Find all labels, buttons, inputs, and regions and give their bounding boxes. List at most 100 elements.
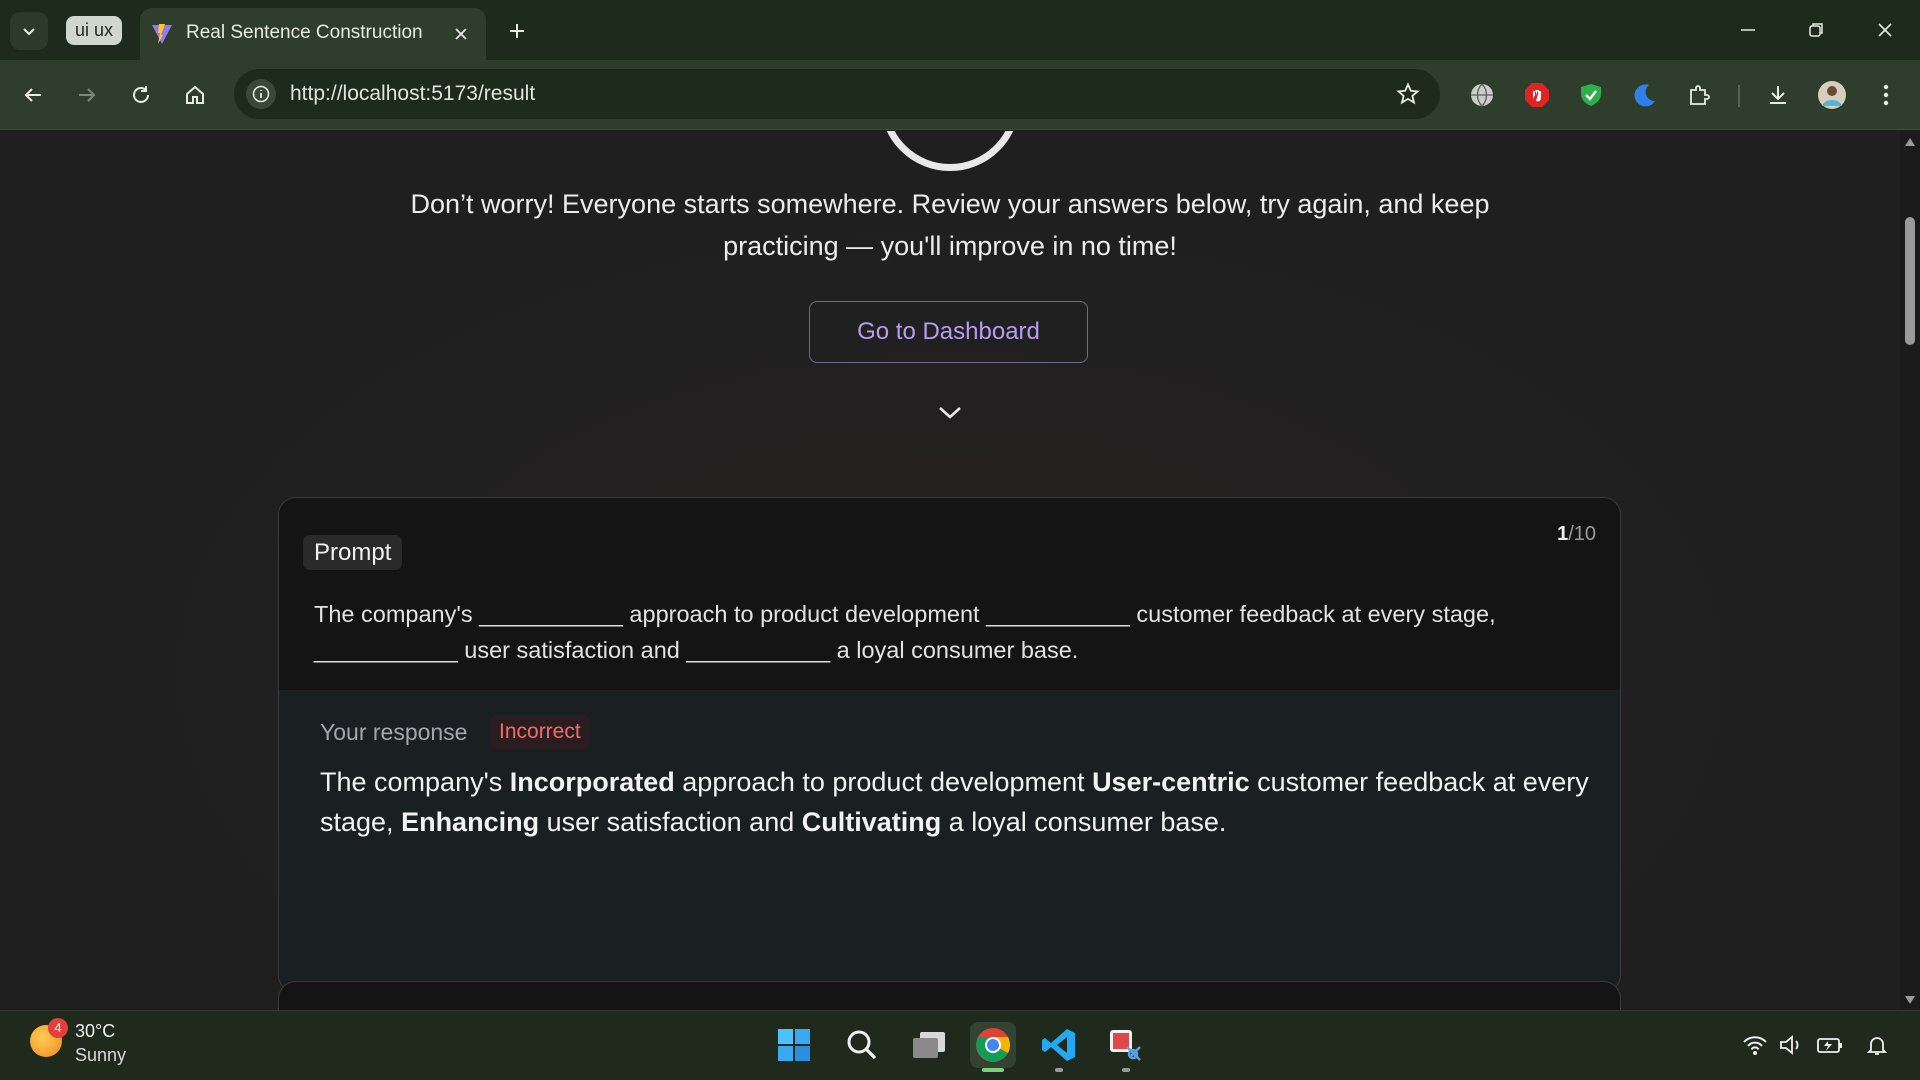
star-icon [1396,82,1420,105]
score-ring [880,131,1020,171]
tab-title: Real Sentence Construction [186,22,423,43]
weather-condition[interactable]: Sunny [75,1045,126,1066]
close-icon [1878,23,1892,37]
response-segment: The company's [320,767,510,797]
page-scrollbar[interactable] [1900,131,1920,1010]
search-icon [847,1030,877,1060]
forward-button[interactable] [68,76,106,114]
vite-icon [152,24,172,44]
close-icon [455,28,467,40]
battery-status[interactable] [1815,1030,1845,1060]
puzzle-icon [1690,85,1710,105]
extension-globe[interactable] [1464,77,1500,113]
prompt-text: The company's ___________ approach to pr… [314,601,1496,663]
forward-icon [79,88,96,102]
downloads-button[interactable] [1760,77,1796,113]
minimize-button[interactable] [1718,0,1778,60]
taskbar-snipping-tool[interactable] [1102,1022,1148,1068]
restore-button[interactable] [1786,0,1846,60]
scrollbar-thumb[interactable] [1905,217,1915,345]
question-counter: 1/10 [1557,523,1596,546]
active-tab[interactable]: Real Sentence Construction [140,8,486,60]
scroll-down-arrow-icon[interactable] [1904,995,1916,1005]
result-card: Prompt 1/10 The company's ___________ ap… [278,497,1621,993]
response-label: Your response [320,719,468,745]
avatar [1818,81,1846,109]
tab-strip: ui ux Real Sentence Construction [0,0,1920,60]
weather-notification-badge: 4 [48,1018,68,1038]
restore-icon [1809,23,1823,37]
notifications-button[interactable] [1862,1030,1892,1060]
site-info-button[interactable] [246,79,276,109]
counter-total: /10 [1568,523,1596,545]
home-button[interactable] [176,76,214,114]
tab-group-chip[interactable]: ui ux [66,16,123,45]
bell-icon [1866,1037,1888,1055]
scroll-down-button[interactable] [936,399,964,427]
more-icon [1883,84,1889,106]
response-answer-4: Cultivating [801,807,942,837]
wifi-status[interactable] [1740,1030,1770,1060]
reload-icon [133,86,149,103]
taskbar-search-button[interactable] [839,1022,885,1068]
response-segment: a loyal consumer base. [941,807,1227,837]
minimize-icon [1741,29,1755,31]
download-icon [1770,86,1786,104]
url-text[interactable]: http://localhost:5173/result [290,82,535,106]
response-section: Your response Incorrect The company's In… [279,690,1620,992]
chrome-running-indicator [982,1068,1004,1072]
encouragement-message: Don’t worry! Everyone starts somewhere. … [410,189,1490,261]
weather-temperature[interactable]: 30°C [75,1021,115,1042]
start-button[interactable] [771,1022,817,1068]
browser-toolbar: http://localhost:5173/result [0,60,1920,130]
windows-icon [778,1029,810,1061]
task-view-button[interactable] [906,1022,952,1068]
response-answer-1: Incorporated [509,767,675,797]
volume-icon [1780,1035,1799,1055]
back-button[interactable] [14,76,52,114]
page-viewport: Don’t worry! Everyone starts somewhere. … [0,131,1900,1010]
response-text: The company's Incorporated approach to p… [320,762,1590,842]
adblock-icon [1525,83,1549,107]
window-close-button[interactable] [1855,0,1915,60]
battery-icon [1817,1038,1842,1053]
tab-search-button[interactable] [10,12,48,50]
response-segment: user satisfaction and [539,807,802,837]
taskbar-vscode[interactable] [1036,1022,1082,1068]
tab-close-button[interactable] [448,21,474,47]
taskbar-chrome[interactable] [970,1022,1016,1068]
bookmark-button[interactable] [1394,80,1422,108]
response-answer-3: Enhancing [401,807,540,837]
more-menu-button[interactable] [1868,77,1904,113]
volume-status[interactable] [1776,1030,1806,1060]
new-tab-button[interactable] [500,14,534,48]
info-icon [252,85,270,103]
scroll-up-arrow-icon[interactable] [1904,137,1916,147]
address-bar[interactable]: http://localhost:5173/result [234,69,1440,119]
reload-button[interactable] [122,76,160,114]
vscode-icon [1042,1029,1075,1061]
extension-dark-mode[interactable] [1627,77,1663,113]
plus-icon [510,24,524,38]
prompt-label: Prompt [303,535,403,570]
home-icon [186,85,204,104]
chrome-icon [976,1028,1010,1062]
extensions-button[interactable] [1681,77,1717,113]
snipping-running-indicator [1122,1068,1130,1072]
toolbar-separator [1738,85,1740,107]
status-badge: Incorrect [490,715,590,749]
counter-current: 1 [1557,523,1569,545]
taskbar [0,1010,1920,1080]
globe-icon [1471,83,1493,107]
response-segment: approach to product development [674,767,1093,797]
vscode-running-indicator [1055,1068,1063,1072]
wifi-icon [1743,1036,1767,1055]
chevron-down-icon [939,407,961,419]
snipping-tool-icon [1110,1030,1141,1061]
go-to-dashboard-button[interactable]: Go to Dashboard [809,301,1088,363]
extension-adblock[interactable] [1519,77,1555,113]
shield-icon [1581,84,1601,106]
extension-shield[interactable] [1573,77,1609,113]
profile-button[interactable] [1814,77,1850,113]
next-result-card [278,981,1621,1010]
